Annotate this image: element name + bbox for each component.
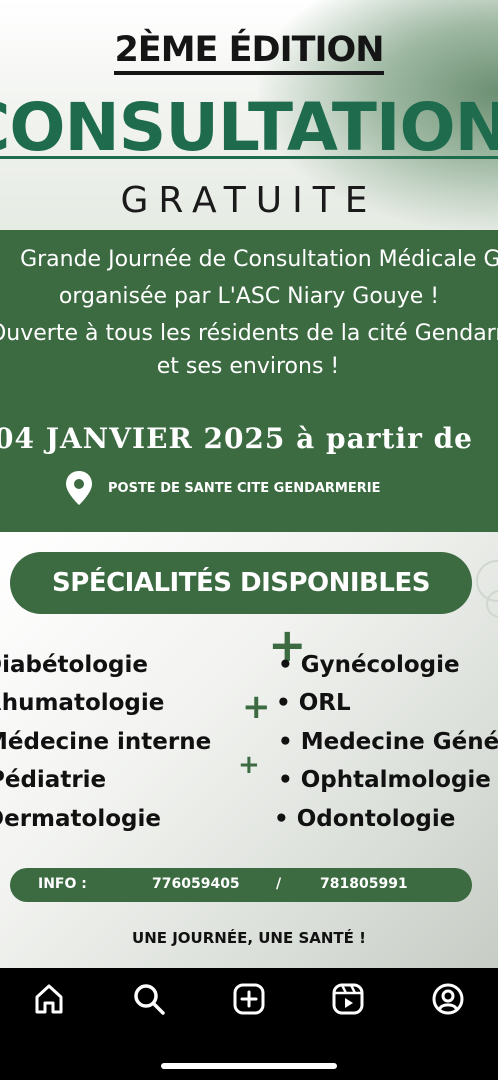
description-line-2: organisée par L'ASC Niary Gouye ! xyxy=(58,284,440,309)
location: POSTE DE SANTE CITE GENDARMERIE xyxy=(64,470,380,506)
reels-icon[interactable] xyxy=(331,982,365,1016)
edition-text: 2ÈME ÉDITION xyxy=(114,30,385,75)
phone-number-1: 776059405 xyxy=(152,876,240,892)
search-icon[interactable] xyxy=(132,982,166,1016)
contact-info-bar: INFO : 776059405 / 781805991 xyxy=(10,868,472,902)
plus-decor-icon: + xyxy=(238,750,260,780)
plus-decor-icon: + xyxy=(242,687,271,727)
speciality-item: • Medecine Générale xyxy=(278,729,498,755)
info-label: INFO : xyxy=(38,876,87,892)
speciality-item: • ORL xyxy=(276,690,351,716)
speciality-item: Rhumatologie xyxy=(0,690,165,716)
speciality-item: • Gynécologie xyxy=(278,652,460,678)
home-icon[interactable] xyxy=(32,982,66,1016)
speciality-item: • Odontologie xyxy=(274,806,456,832)
event-date: 04 JANVIER 2025 à partir de xyxy=(0,422,473,455)
speciality-item: Diabétologie xyxy=(0,652,148,678)
location-pin-icon xyxy=(66,471,92,505)
home-indicator[interactable] xyxy=(161,1063,337,1069)
description-line-3: Ouverte à tous les résidents de la cité … xyxy=(0,321,498,346)
description-line-4: et ses environs ! xyxy=(156,354,340,379)
edition-heading: 2ÈME ÉDITION xyxy=(0,30,498,75)
location-text: POSTE DE SANTE CITE GENDARMERIE xyxy=(108,480,381,496)
speciality-item: • Ophtalmologie xyxy=(278,767,491,793)
speciality-item: Médecine interne xyxy=(0,729,212,755)
bottom-navigation-bar xyxy=(0,968,498,1080)
subtitle-gratuite: GRATUITE xyxy=(120,180,378,221)
title-consultation: CONSULTATION xyxy=(0,89,498,166)
speciality-item: Pédiatrie xyxy=(0,767,107,793)
specialities-heading: SPÉCIALITÉS DISPONIBLES xyxy=(10,552,472,614)
specialities-heading-text: SPÉCIALITÉS DISPONIBLES xyxy=(52,568,430,598)
title-underline xyxy=(0,156,498,159)
description-line-1: Grande Journée de Consultation Médicale … xyxy=(20,247,498,272)
plus-square-icon[interactable] xyxy=(232,982,266,1016)
phone-number-2: 781805991 xyxy=(320,876,408,892)
slogan: UNE JOURNÉE, UNE SANTÉ ! xyxy=(132,929,366,947)
speciality-item: Dermatologie xyxy=(0,806,161,832)
profile-icon[interactable] xyxy=(431,982,465,1016)
event-poster-image[interactable]: 2ÈME ÉDITION CONSULTATION GRATUITE Grand… xyxy=(0,0,498,968)
phone-separator: / xyxy=(276,876,282,892)
